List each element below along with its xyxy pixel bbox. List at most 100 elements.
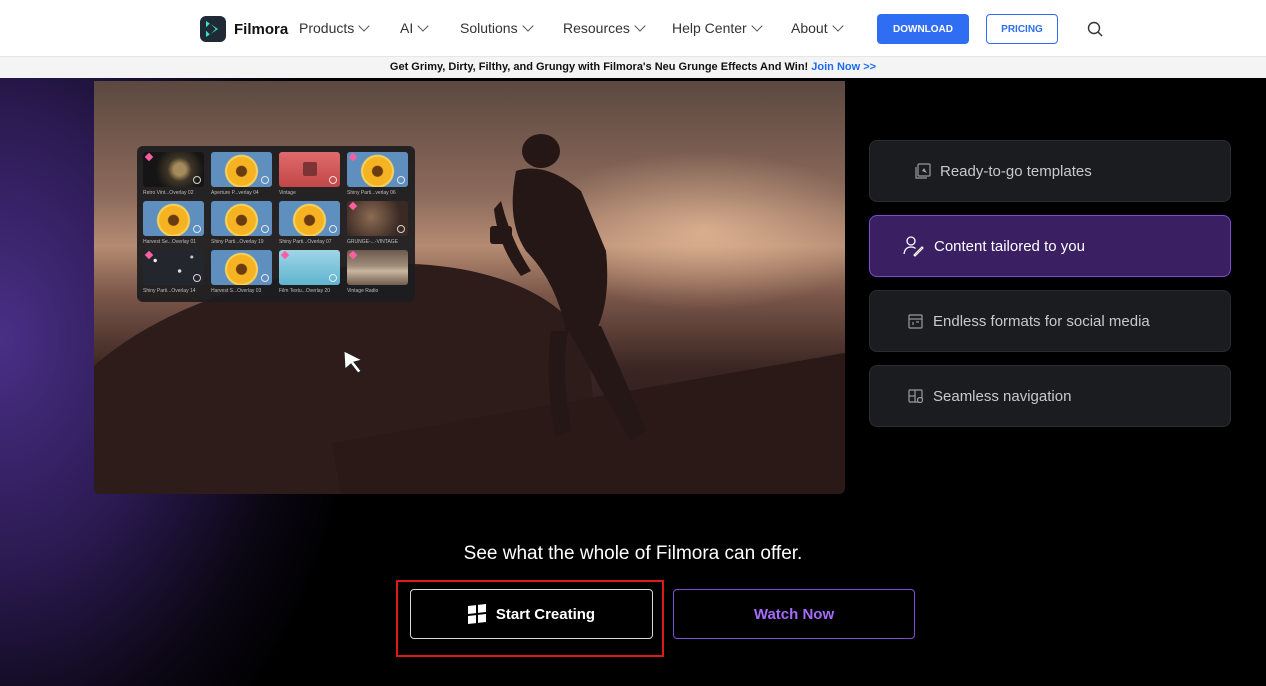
premium-gem-icon bbox=[348, 250, 358, 260]
effect-preview bbox=[279, 250, 340, 285]
hero-section: Retro Vint...Overlay 02 Aperture P...ver… bbox=[0, 78, 1266, 686]
effect-label: GRUNGE-...-VINTAGE bbox=[347, 239, 399, 245]
template-icon bbox=[915, 163, 931, 179]
download-icon bbox=[329, 274, 337, 282]
premium-gem-icon bbox=[280, 250, 290, 260]
menu-ai[interactable]: AI bbox=[400, 20, 429, 36]
navigation-icon bbox=[908, 389, 924, 404]
download-icon bbox=[261, 176, 269, 184]
download-icon bbox=[329, 176, 337, 184]
download-button[interactable]: DOWNLOAD bbox=[877, 14, 969, 44]
download-icon bbox=[329, 225, 337, 233]
effect-thumb[interactable]: GRUNGE-...-VINTAGE bbox=[347, 201, 408, 248]
effect-thumb[interactable]: Shiny Parti...verlay 06 bbox=[347, 152, 408, 199]
top-navigation: Filmora Products AI Solutions Resources … bbox=[0, 0, 1266, 57]
feature-card-content-tailored[interactable]: Content tailored to you bbox=[869, 215, 1231, 277]
pricing-button[interactable]: PRICING bbox=[986, 14, 1058, 44]
hiker-figure bbox=[490, 134, 646, 441]
effect-thumb[interactable]: Shiny Parti...Overlay 07 bbox=[279, 201, 340, 248]
chevron-down-icon bbox=[751, 20, 763, 32]
effect-label: Film Textu...Overlay 20 bbox=[279, 288, 331, 294]
menu-help-center[interactable]: Help Center bbox=[672, 20, 763, 36]
watch-now-button[interactable]: Watch Now bbox=[673, 589, 915, 639]
windows-icon bbox=[467, 604, 486, 624]
effect-preview bbox=[143, 201, 204, 236]
effect-label: Shiny Parti...Overlay 07 bbox=[279, 239, 332, 245]
premium-gem-icon bbox=[348, 152, 358, 162]
promo-text: Get Grimy, Dirty, Filthy, and Grungy wit… bbox=[389, 61, 809, 73]
effect-thumb[interactable]: Aperture P...verlay 04 bbox=[211, 152, 272, 199]
effects-panel: Retro Vint...Overlay 02 Aperture P...ver… bbox=[137, 146, 415, 302]
feature-label: Seamless navigation bbox=[933, 387, 1072, 405]
effect-preview bbox=[279, 152, 340, 187]
promo-banner: Get Grimy, Dirty, Filthy, and Grungy wit… bbox=[0, 57, 1266, 78]
feature-label: Endless formats for social media bbox=[933, 312, 1150, 330]
demo-video[interactable]: Retro Vint...Overlay 02 Aperture P...ver… bbox=[94, 81, 845, 494]
start-creating-button[interactable]: Start Creating bbox=[410, 589, 653, 639]
effect-label: Vintage bbox=[279, 190, 296, 196]
chevron-down-icon bbox=[417, 20, 429, 32]
download-icon bbox=[261, 274, 269, 282]
effect-preview bbox=[347, 250, 408, 285]
chevron-down-icon bbox=[358, 20, 370, 32]
menu-ai-label: AI bbox=[400, 20, 414, 36]
chevron-down-icon bbox=[521, 20, 534, 32]
menu-about-label: About bbox=[791, 20, 828, 36]
menu-solutions-label: Solutions bbox=[460, 20, 518, 36]
menu-help-center-label: Help Center bbox=[672, 20, 747, 36]
effect-thumb[interactable]: Shiny Parti...Overlay 19 bbox=[211, 201, 272, 248]
menu-resources-label: Resources bbox=[563, 20, 630, 36]
feature-card-social-formats[interactable]: Endless formats for social media bbox=[869, 290, 1231, 352]
download-icon bbox=[193, 176, 201, 184]
effect-preview bbox=[143, 250, 204, 285]
premium-gem-icon bbox=[144, 152, 154, 162]
effect-thumb[interactable]: Film Textu...Overlay 20 bbox=[279, 250, 340, 297]
download-icon bbox=[193, 274, 201, 282]
effect-label: Vintage Radio bbox=[347, 288, 379, 294]
menu-products-label: Products bbox=[299, 20, 355, 36]
feature-card-navigation[interactable]: Seamless navigation bbox=[869, 365, 1231, 427]
menu-solutions[interactable]: Solutions bbox=[460, 20, 534, 36]
start-creating-label: Start Creating bbox=[495, 605, 596, 623]
effect-label: Shiny Parti...Overlay 14 bbox=[143, 288, 196, 294]
user-edit-icon bbox=[903, 236, 924, 257]
effect-thumb[interactable]: Vintage Radio bbox=[347, 250, 408, 297]
menu-products[interactable]: Products bbox=[299, 20, 370, 36]
premium-gem-icon bbox=[348, 201, 358, 211]
download-icon bbox=[397, 225, 405, 233]
filmora-logo[interactable]: Filmora bbox=[200, 16, 288, 42]
menu-resources[interactable]: Resources bbox=[563, 20, 646, 36]
format-icon bbox=[908, 314, 923, 329]
effect-preview bbox=[211, 250, 272, 285]
effect-thumb[interactable]: Vintage bbox=[279, 152, 340, 199]
effect-label: Harvest S...Overlay 03 bbox=[211, 288, 262, 294]
feature-card-templates[interactable]: Ready-to-go templates bbox=[869, 140, 1231, 202]
effect-thumb[interactable]: Retro Vint...Overlay 02 bbox=[143, 152, 204, 199]
effect-thumb[interactable]: Shiny Parti...Overlay 14 bbox=[143, 250, 204, 297]
premium-gem-icon bbox=[144, 250, 154, 260]
feature-label: Ready-to-go templates bbox=[940, 162, 1092, 180]
effect-thumb[interactable]: Harvest S...Overlay 03 bbox=[211, 250, 272, 297]
effect-label: Harvest Se...Overlay 01 bbox=[143, 239, 197, 245]
join-now-link[interactable]: Join Now >> bbox=[811, 61, 876, 73]
effect-preview bbox=[211, 201, 272, 236]
download-icon bbox=[397, 176, 405, 184]
effect-preview bbox=[211, 152, 272, 187]
effect-preview bbox=[347, 152, 408, 187]
logo-text: Filmora bbox=[234, 20, 289, 38]
effect-label: Retro Vint...Overlay 02 bbox=[143, 190, 194, 196]
effect-label: Shiny Parti...verlay 06 bbox=[347, 190, 396, 196]
mouse-cursor-icon bbox=[343, 350, 364, 374]
download-icon bbox=[193, 225, 201, 233]
effect-preview bbox=[347, 201, 408, 236]
menu-about[interactable]: About bbox=[791, 20, 844, 36]
download-icon bbox=[261, 225, 269, 233]
effect-thumb[interactable]: Harvest Se...Overlay 01 bbox=[143, 201, 204, 248]
filmora-logo-icon bbox=[200, 16, 226, 42]
effect-preview bbox=[143, 152, 204, 187]
chevron-down-icon bbox=[634, 20, 646, 32]
effect-label: Shiny Parti...Overlay 19 bbox=[211, 239, 264, 245]
effect-label: Aperture P...verlay 04 bbox=[211, 190, 259, 196]
chevron-down-icon bbox=[831, 20, 844, 32]
search-icon[interactable] bbox=[1087, 21, 1103, 37]
